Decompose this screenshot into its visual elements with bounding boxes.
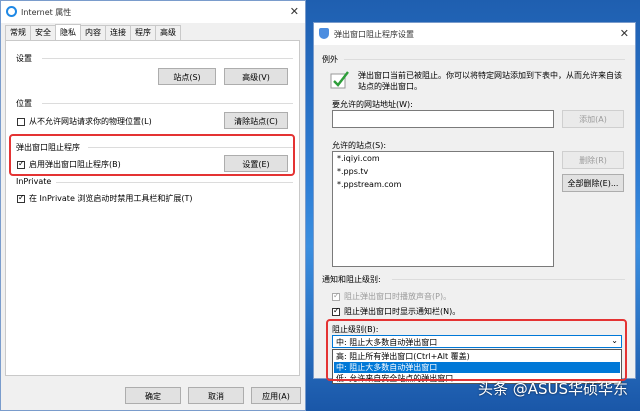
sound-checkbox[interactable]: 阻止弹出窗口时播放声音(P)。 [332, 291, 451, 302]
infobar-checkbox-box[interactable] [332, 306, 340, 316]
list-item[interactable]: *.pps.tv [337, 167, 368, 176]
inprivate-checkbox-box[interactable] [17, 193, 25, 203]
infobar-checkbox-label: 阻止弹出窗口时显示通知栏(N)。 [344, 307, 461, 316]
exceptions-label: 例外 [322, 55, 338, 64]
list-item[interactable]: *.iqiyi.com [337, 154, 380, 163]
internet-properties-window: Internet 属性 ✕ 常规 安全 隐私 内容 连接 程序 高级 设置 站点… [0, 0, 306, 411]
ok-button[interactable]: 确定 [125, 387, 181, 404]
location-checkbox-label: 从不允许网站请求你的物理位置(L) [29, 117, 152, 126]
sites-button[interactable]: 站点(S) [158, 68, 216, 85]
list-item[interactable]: *.ppstream.com [337, 180, 401, 189]
left-window-title: Internet 属性 [21, 8, 72, 17]
tab-general[interactable]: 常规 [5, 25, 31, 40]
tab-privacy[interactable]: 隐私 [55, 24, 81, 40]
popup-highlight-box [9, 134, 295, 176]
internet-explorer-icon [6, 6, 17, 17]
clear-sites-button[interactable]: 清除站点(C) [224, 112, 288, 129]
settings-label: 设置 [16, 54, 32, 63]
exceptions-info-line2: 站点的弹出窗口。 [358, 82, 422, 91]
blocking-level-highlight-box [326, 319, 627, 381]
allowed-sites-label: 允许的站点(S): [332, 141, 387, 150]
tab-content[interactable]: 内容 [80, 25, 106, 40]
tab-programs[interactable]: 程序 [130, 25, 156, 40]
inprivate-label: InPrivate [16, 177, 52, 186]
advanced-button[interactable]: 高级(V) [224, 68, 288, 85]
location-checkbox[interactable]: 从不允许网站请求你的物理位置(L) [17, 116, 152, 127]
exceptions-separator [344, 59, 625, 60]
right-titlebar: 弹出窗口阻止程序设置 ✕ [314, 23, 635, 45]
inprivate-checkbox[interactable]: 在 InPrivate 浏览启动时禁用工具栏和扩展(T) [17, 193, 193, 204]
settings-separator [42, 58, 293, 59]
infobar-checkbox[interactable]: 阻止弹出窗口时显示通知栏(N)。 [332, 306, 460, 317]
add-button[interactable]: 添加(A) [562, 110, 624, 128]
exceptions-info-line1: 弹出窗口当前已被阻止。你可以将特定网站添加到下表中，从而允许来自该 [358, 71, 622, 80]
popup-blocker-icon [319, 28, 329, 39]
inprivate-separator [56, 182, 293, 183]
tab-connections[interactable]: 连接 [105, 25, 131, 40]
remove-all-button[interactable]: 全部删除(E)... [562, 174, 624, 192]
inprivate-checkbox-label: 在 InPrivate 浏览启动时禁用工具栏和扩展(T) [29, 194, 193, 203]
right-window-title: 弹出窗口阻止程序设置 [334, 30, 414, 39]
sound-checkbox-label: 阻止弹出窗口时播放声音(P)。 [344, 292, 452, 301]
privacy-panel: 设置 站点(S) 高级(V) 位置 从不允许网站请求你的物理位置(L) 清除站点… [5, 40, 300, 376]
watermark-text: 头条 @ASUS华硕华东 [477, 380, 628, 398]
location-label: 位置 [16, 99, 32, 108]
allowed-sites-list[interactable]: *.iqiyi.com *.pps.tv *.ppstream.com [332, 151, 554, 267]
sound-checkbox-box[interactable] [332, 291, 340, 301]
close-icon[interactable]: ✕ [620, 27, 629, 40]
remove-button[interactable]: 删除(R) [562, 151, 624, 169]
left-titlebar: Internet 属性 ✕ [1, 1, 305, 23]
notify-separator [392, 279, 625, 280]
tab-advanced[interactable]: 高级 [155, 25, 181, 40]
location-checkbox-box[interactable] [17, 117, 25, 126]
allow-address-label: 要允许的网站地址(W): [332, 100, 413, 109]
tab-strip: 常规 安全 隐私 内容 连接 程序 高级 [5, 24, 181, 40]
apply-button[interactable]: 应用(A) [251, 387, 301, 404]
location-separator [42, 103, 293, 104]
cancel-button[interactable]: 取消 [188, 387, 244, 404]
address-input[interactable] [332, 110, 554, 128]
allowed-check-icon [330, 71, 349, 89]
close-icon[interactable]: ✕ [290, 5, 299, 18]
notify-label: 通知和阻止级别: [322, 275, 381, 284]
tab-security[interactable]: 安全 [30, 25, 56, 40]
